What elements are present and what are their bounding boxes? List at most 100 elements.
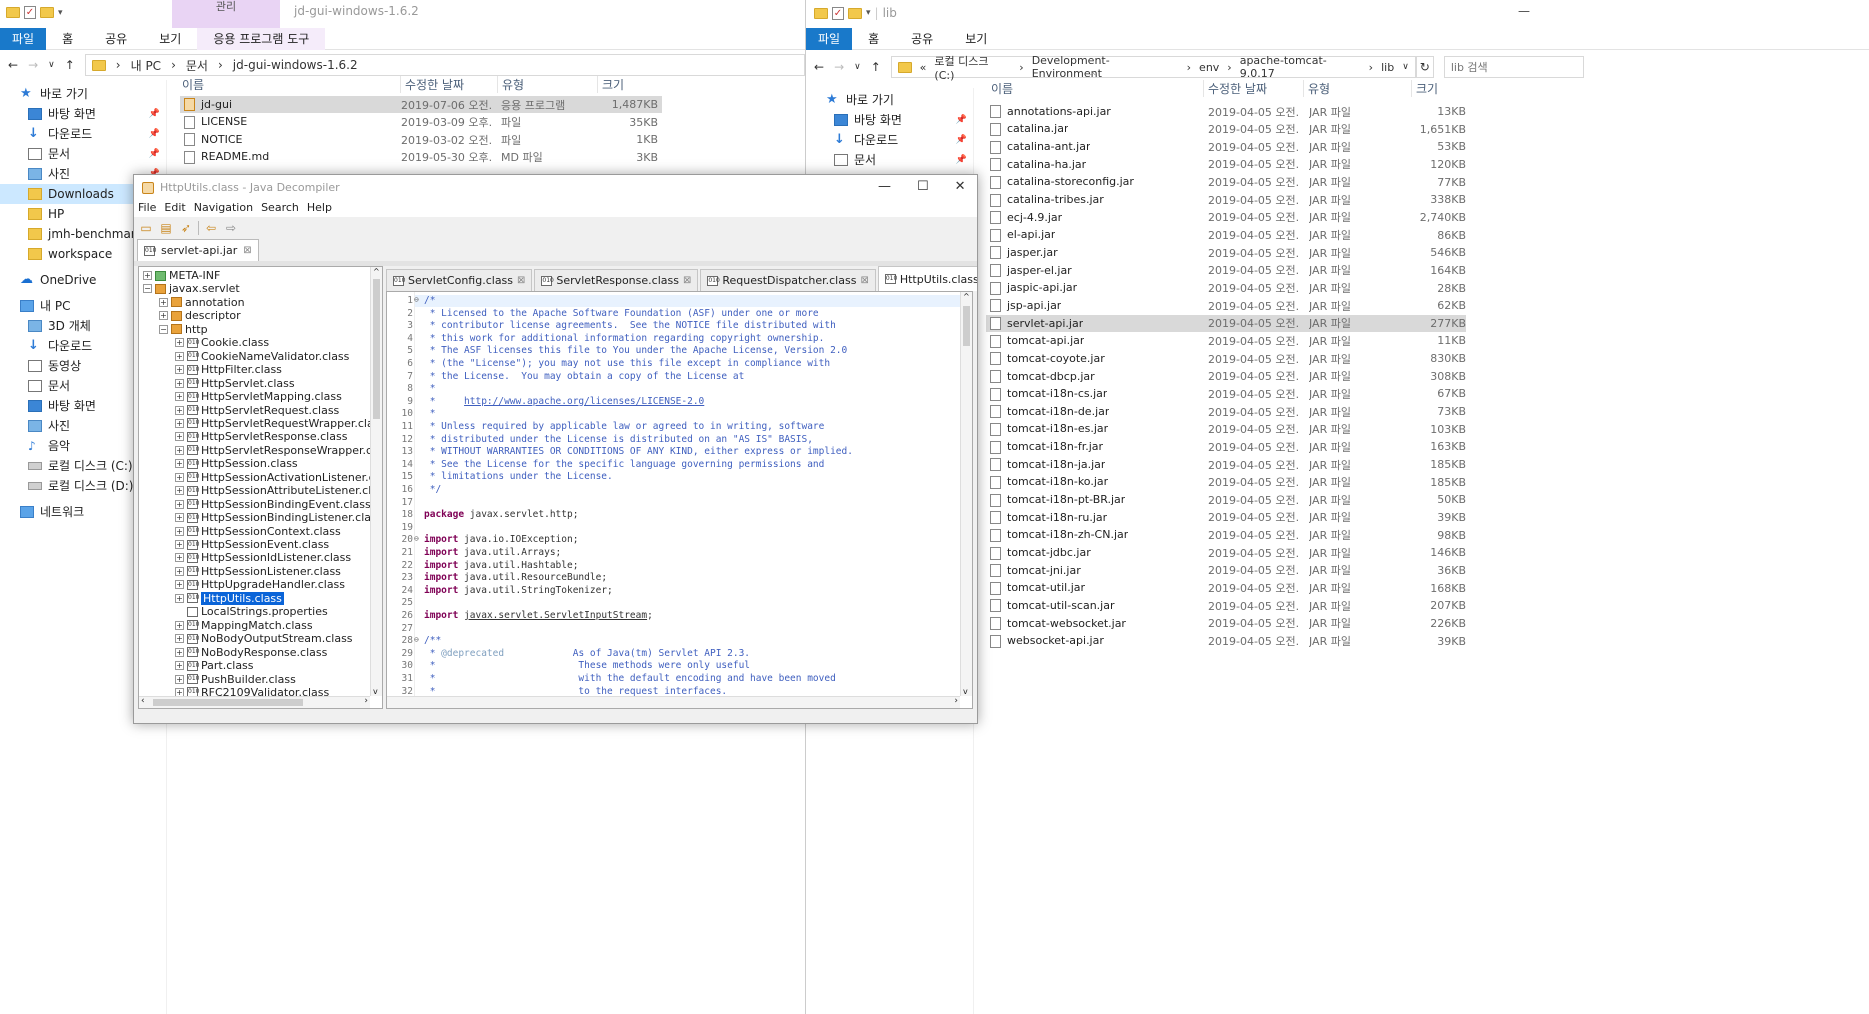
file-row[interactable]: annotations-api.jar 2019-04-05 오전... JAR 파…: [986, 103, 1466, 120]
expand-icon[interactable]: +: [175, 499, 184, 509]
open-file-icon[interactable]: ▭: [138, 221, 154, 235]
file-row[interactable]: ecj-4.9.jar 2019-04-05 오전... JAR 파일 2,740KB: [986, 209, 1466, 226]
close-icon[interactable]: ⊠: [517, 275, 525, 286]
tree-node[interactable]: +010 HttpServletRequestWrapper.class: [175, 417, 382, 430]
menu-navigation[interactable]: Navigation: [194, 201, 253, 217]
scroll-up-icon[interactable]: ^: [963, 292, 970, 301]
collapse-icon[interactable]: −: [143, 284, 152, 294]
tree-node[interactable]: + annotation: [159, 296, 245, 309]
file-row[interactable]: el-api.jar 2019-04-05 오전... JAR 파일 86KB: [986, 227, 1466, 244]
refresh-icon[interactable]: ↻: [1415, 56, 1434, 78]
chevron-right-icon[interactable]: ›: [1019, 61, 1023, 74]
tree-node[interactable]: +010 HttpSessionContext.class: [175, 525, 341, 538]
expand-icon[interactable]: +: [175, 378, 184, 388]
chevron-right-icon[interactable]: ›: [171, 58, 176, 72]
scroll-thumb[interactable]: [373, 279, 380, 419]
scroll-right-icon[interactable]: ›: [364, 696, 368, 706]
expand-icon[interactable]: +: [175, 526, 184, 536]
file-row[interactable]: tomcat-coyote.jar 2019-04-05 오전... JAR 파일 8…: [986, 350, 1466, 367]
tree-node[interactable]: +010 HttpServletRequest.class: [175, 404, 339, 417]
expand-icon[interactable]: +: [175, 405, 184, 415]
dropdown-arrow-icon[interactable]: ▾: [866, 8, 871, 18]
chevron-right-icon[interactable]: ›: [1227, 61, 1231, 74]
expand-icon[interactable]: +: [175, 392, 184, 402]
expand-icon[interactable]: +: [175, 486, 184, 496]
minimize-icon[interactable]: —: [1518, 4, 1530, 18]
tree-node[interactable]: − http: [159, 323, 208, 336]
address-bar[interactable]: « 로컬 디스크 (C:) › Development-Environment …: [890, 54, 1416, 82]
ribbon-tab-home[interactable]: 홈: [852, 28, 895, 50]
new-folder-icon[interactable]: [848, 7, 862, 19]
expand-icon[interactable]: +: [175, 540, 184, 549]
tree-node[interactable]: +010 HttpSession.class: [175, 457, 298, 470]
ribbon-tab-app-tools[interactable]: 응용 프로그램 도구: [197, 27, 326, 50]
file-row[interactable]: catalina-ant.jar 2019-04-05 오전... JAR 파일 53…: [986, 138, 1466, 155]
file-row[interactable]: catalina-storeconfig.jar 2019-04-05 오전...…: [986, 174, 1466, 191]
editor-vertical-scrollbar[interactable]: ^ v: [960, 292, 972, 696]
forward-icon[interactable]: ⇨: [223, 221, 239, 235]
tree-vertical-scrollbar[interactable]: ^ v: [370, 267, 382, 696]
file-row[interactable]: tomcat-jni.jar 2019-04-05 오전... JAR 파일 36KB: [986, 562, 1466, 579]
maximize-icon[interactable]: ☐: [917, 179, 929, 194]
tree-node[interactable]: LocalStrings.properties: [175, 605, 328, 618]
nav-item[interactable]: ★ 바로 가기: [806, 90, 973, 110]
tree-node[interactable]: +010 NoBodyOutputStream.class: [175, 632, 353, 645]
file-row[interactable]: tomcat-i18n-zh-CN.jar 2019-04-05 오전... JAR…: [986, 527, 1466, 544]
tree-node[interactable]: +010 HttpSessionIdListener.class: [175, 551, 351, 564]
collapse-icon[interactable]: −: [159, 324, 168, 334]
file-row[interactable]: jaspic-api.jar 2019-04-05 오전... JAR 파일 28KB: [986, 280, 1466, 297]
tree-node[interactable]: +010 HttpServletResponse.class: [175, 430, 347, 443]
column-size[interactable]: 크기: [1411, 79, 1438, 97]
menu-file[interactable]: File: [138, 201, 156, 217]
column-name[interactable]: 이름: [991, 80, 1013, 97]
expand-icon[interactable]: +: [175, 593, 184, 603]
expand-icon[interactable]: +: [175, 566, 184, 576]
properties-icon[interactable]: ✓: [832, 6, 844, 20]
breadcrumb-item[interactable]: 문서: [186, 57, 208, 74]
breadcrumb-item[interactable]: jd-gui-windows-1.6.2: [233, 58, 358, 72]
code-editor[interactable]: 1 ⊖/* 2 * Licensed to the Apache Software …: [386, 291, 973, 709]
properties-icon[interactable]: ✓: [24, 6, 36, 19]
new-folder-icon[interactable]: [40, 7, 54, 18]
back-icon[interactable]: ←: [8, 58, 18, 72]
scroll-right-icon[interactable]: ›: [954, 696, 958, 706]
file-row[interactable]: tomcat-util.jar 2019-04-05 오전... JAR 파일 168…: [986, 580, 1466, 597]
expand-icon[interactable]: +: [175, 661, 184, 671]
import-link[interactable]: javax.servlet.ServletInputStream: [464, 610, 647, 621]
tree-node[interactable]: +010 Cookie.class: [175, 336, 269, 349]
column-size[interactable]: 크기: [597, 75, 624, 93]
tree-node[interactable]: +010 MappingMatch.class: [175, 619, 313, 632]
expand-icon[interactable]: +: [175, 647, 184, 657]
tree-node[interactable]: +010 HttpSessionEvent.class: [175, 538, 329, 551]
file-row[interactable]: catalina-tribes.jar 2019-04-05 오전... JAR 파…: [986, 191, 1466, 208]
close-icon[interactable]: ✕: [955, 179, 966, 194]
ribbon-tab-home[interactable]: 홈: [46, 28, 89, 50]
close-icon[interactable]: ⊠: [683, 275, 691, 286]
up-icon[interactable]: ↑: [871, 60, 881, 74]
scroll-thumb[interactable]: [963, 306, 970, 346]
expand-icon[interactable]: +: [175, 459, 184, 469]
manage-tab[interactable]: 관리: [172, 0, 280, 14]
ribbon-tab-file[interactable]: 파일: [806, 27, 853, 50]
file-row[interactable]: catalina-ha.jar 2019-04-05 오전... JAR 파일 120…: [986, 156, 1466, 173]
pin-icon[interactable]: 📌: [149, 104, 160, 124]
editor-tab[interactable]: 010 ServletConfig.class ⊠: [386, 269, 533, 291]
breadcrumb-item[interactable]: 내 PC: [131, 57, 161, 74]
recent-dropdown-icon[interactable]: ∨: [854, 62, 861, 72]
folder-icon[interactable]: [814, 7, 828, 19]
fold-icon[interactable]: ⊖: [414, 635, 419, 644]
nav-item[interactable]: 문서 📌: [0, 144, 166, 164]
tree-node[interactable]: +010 HttpServletResponseWrapper.class: [175, 444, 382, 457]
file-row[interactable]: tomcat-i18n-ko.jar 2019-04-05 오전... JAR 파일…: [986, 474, 1466, 491]
file-row[interactable]: jd-gui 2019-07-06 오전... 응용 프로그램 1,487KB: [180, 96, 662, 113]
tree-node[interactable]: +010 PushBuilder.class: [175, 673, 296, 686]
expand-icon[interactable]: +: [175, 472, 184, 482]
file-row[interactable]: tomcat-i18n-ja.jar 2019-04-05 오전... JAR 파일…: [986, 456, 1466, 473]
chevron-right-icon[interactable]: ›: [116, 58, 121, 72]
tree-node[interactable]: +010 HttpFilter.class: [175, 363, 282, 376]
scroll-left-icon[interactable]: ‹: [141, 696, 145, 706]
editor-horizontal-scrollbar[interactable]: ›: [387, 696, 960, 708]
back-icon[interactable]: ⇦: [203, 221, 219, 235]
file-row[interactable]: tomcat-util-scan.jar 2019-04-05 오전... JAR …: [986, 597, 1466, 614]
tree-node[interactable]: +010 HttpSessionAttributeListener.class: [175, 484, 382, 497]
